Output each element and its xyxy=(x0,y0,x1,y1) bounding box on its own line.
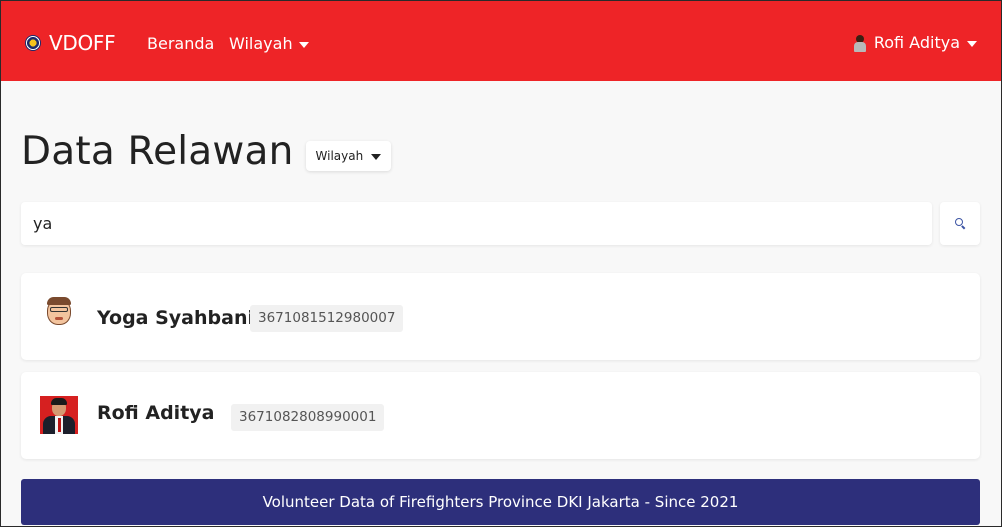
caret-down-icon xyxy=(298,41,309,48)
user-menu-dropdown[interactable]: Rofi Aditya xyxy=(853,33,977,52)
navbar: VDOFF Beranda Wilayah Rofi Aditya xyxy=(1,1,1001,81)
search-button[interactable] xyxy=(940,202,980,245)
title-row: Data Relawan Wilayah xyxy=(21,129,392,174)
photo-avatar xyxy=(40,396,78,434)
search-icon xyxy=(954,218,966,230)
person-name: Yoga Syahbani xyxy=(97,307,254,329)
brand-name: VDOFF xyxy=(49,31,116,55)
wilayah-filter-label: Wilayah xyxy=(315,148,364,163)
nav-dropdown-wilayah-label: Wilayah xyxy=(229,34,293,53)
page-title: Data Relawan xyxy=(21,129,294,174)
nav-link-beranda-label: Beranda xyxy=(147,34,215,53)
user-avatar-icon xyxy=(853,34,867,52)
footer-banner: Volunteer Data of Firefighters Province … xyxy=(21,479,980,525)
person-id-badge: 3671082808990001 xyxy=(231,404,385,431)
result-card[interactable]: Yoga Syahbani 3671081512980007 xyxy=(21,273,980,360)
nav-link-beranda[interactable]: Beranda xyxy=(147,34,214,53)
wilayah-filter-button[interactable]: Wilayah xyxy=(305,140,392,171)
firefighter-logo-icon xyxy=(25,35,41,51)
result-card[interactable]: Rofi Aditya 3671082808990001 xyxy=(21,372,980,459)
user-name: Rofi Aditya xyxy=(873,33,960,52)
brand-link[interactable]: VDOFF xyxy=(25,31,116,55)
person-id-badge: 3671081512980007 xyxy=(250,305,404,332)
nav-dropdown-wilayah[interactable]: Wilayah xyxy=(229,34,309,53)
caret-down-icon xyxy=(371,153,382,160)
search-input[interactable] xyxy=(21,202,932,245)
caret-down-icon xyxy=(967,40,977,47)
cartoon-avatar xyxy=(43,295,75,329)
person-name: Rofi Aditya xyxy=(97,402,215,424)
app-frame: VDOFF Beranda Wilayah Rofi Aditya Data R… xyxy=(0,0,1002,527)
